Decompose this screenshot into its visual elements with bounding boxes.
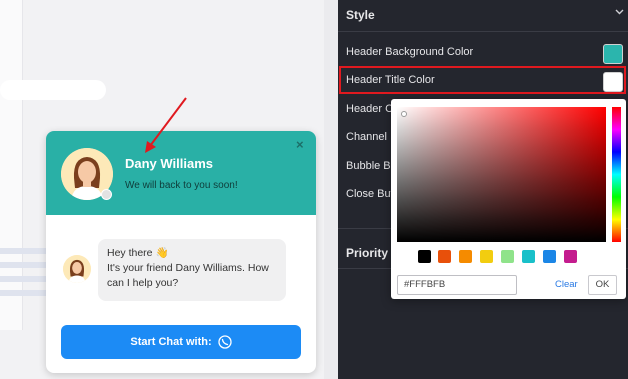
preset-swatch[interactable]: [459, 250, 472, 263]
preset-swatch[interactable]: [543, 250, 556, 263]
close-button-color-label: Close Butt: [346, 188, 397, 200]
highlight-box: [339, 66, 626, 94]
color-handle[interactable]: [401, 111, 407, 117]
saturation-value-area[interactable]: [397, 107, 606, 242]
header-background-color-label: Header Background Color: [346, 46, 474, 58]
header-background-color-swatch[interactable]: [603, 44, 623, 64]
preset-swatch[interactable]: [480, 250, 493, 263]
chevron-down-icon[interactable]: [614, 6, 625, 17]
style-section-title[interactable]: Style: [346, 8, 375, 22]
priority-section-title[interactable]: Priority: [346, 246, 388, 260]
preset-swatch[interactable]: [418, 250, 431, 263]
color-picker-popup: #FFFBFB Clear OK: [391, 99, 626, 299]
preset-swatch[interactable]: [564, 250, 577, 263]
section-divider: [338, 31, 628, 32]
preset-swatch[interactable]: [438, 250, 451, 263]
clear-button[interactable]: Clear: [555, 279, 578, 290]
preset-swatch[interactable]: [522, 250, 535, 263]
preset-swatch[interactable]: [501, 250, 514, 263]
hue-slider[interactable]: [612, 107, 621, 242]
bubble-button-color-label: Bubble Bu: [346, 160, 397, 172]
hex-color-input[interactable]: #FFFBFB: [397, 275, 517, 295]
ok-button[interactable]: OK: [588, 275, 617, 295]
